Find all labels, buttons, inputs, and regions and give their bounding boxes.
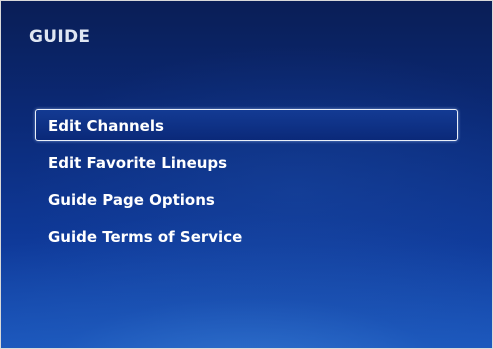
guide-screen: GUIDE Edit Channels Edit Favorite Lineup…	[0, 0, 493, 349]
menu-item-edit-channels[interactable]: Edit Channels	[35, 109, 458, 141]
guide-menu: Edit Channels Edit Favorite Lineups Guid…	[35, 109, 458, 257]
menu-item-edit-favorite-lineups[interactable]: Edit Favorite Lineups	[35, 146, 458, 178]
page-title: GUIDE	[29, 27, 91, 47]
menu-item-guide-terms-of-service[interactable]: Guide Terms of Service	[35, 220, 458, 252]
menu-item-guide-page-options[interactable]: Guide Page Options	[35, 183, 458, 215]
